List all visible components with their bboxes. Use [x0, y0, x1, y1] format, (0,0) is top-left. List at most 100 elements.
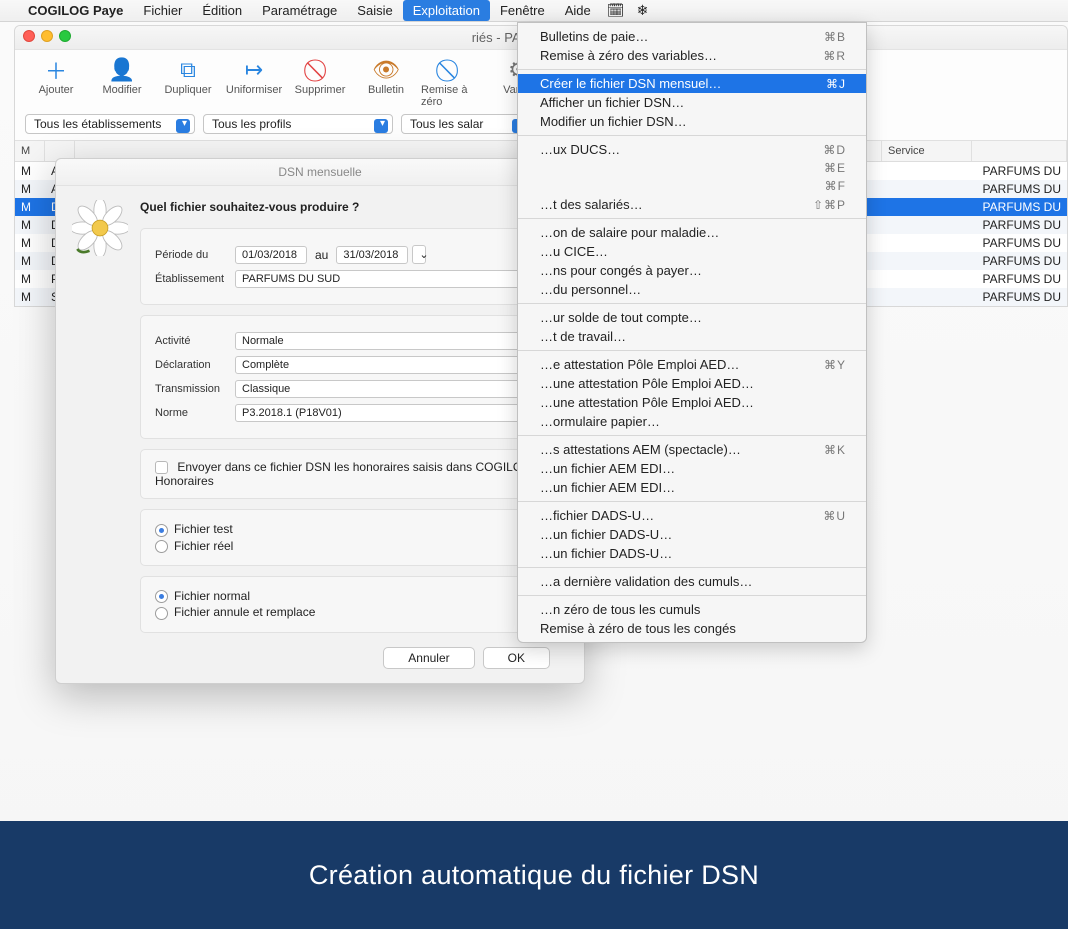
toolbar-label: Ajouter — [39, 84, 74, 96]
menu-fichier[interactable]: Fichier — [133, 0, 192, 21]
menu-item[interactable]: …s attestations AEM (spectacle)…⌘K — [518, 440, 866, 459]
menu-aide[interactable]: Aide — [555, 0, 601, 21]
caption-text: Création automatique du fichier DSN — [309, 860, 759, 891]
input-periode-to[interactable]: 31/03/2018 — [336, 246, 408, 264]
menu-separator — [518, 595, 866, 596]
menu-item[interactable]: …ux DUCS…⌘D — [518, 140, 866, 159]
combo-transmission[interactable]: Classique — [235, 380, 553, 398]
menu-item[interactable]: …a dernière validation des cumuls… — [518, 572, 866, 591]
menu-separator — [518, 303, 866, 304]
filter-profils[interactable]: Tous les profils — [203, 114, 393, 134]
duplicate-icon: ⧉ — [180, 56, 196, 84]
toolbar-remise à zéro[interactable]: ⃠Remise à zéro — [421, 56, 483, 108]
toolbar-supprimer[interactable]: ⃠Supprimer — [289, 56, 351, 108]
dialog-title: DSN mensuelle — [56, 159, 584, 186]
radio-reel[interactable] — [155, 540, 168, 553]
label-periode: Période du — [155, 249, 235, 261]
header-m[interactable]: M — [15, 141, 45, 161]
eye-icon: 👁 — [372, 56, 400, 84]
combo-declaration[interactable]: Complète — [235, 356, 553, 374]
toolbar-label: Uniformiser — [226, 84, 282, 96]
label-activite: Activité — [155, 335, 235, 347]
label-norme: Norme — [155, 407, 235, 419]
filter-etablissements[interactable]: Tous les établissements — [25, 114, 195, 134]
menubar: COGILOG Paye Fichier Édition Paramétrage… — [0, 0, 1068, 22]
menu-item[interactable]: …fichier DADS-U…⌘U — [518, 506, 866, 525]
person-icon: 👤 — [108, 56, 135, 84]
menu-item[interactable]: …une attestation Pôle Emploi AED… — [518, 393, 866, 412]
label-declaration: Déclaration — [155, 359, 235, 371]
radio-normal[interactable] — [155, 590, 168, 603]
menu-item[interactable]: …t des salariés…⇧⌘P — [518, 195, 866, 214]
menu-item[interactable]: …on de salaire pour maladie… — [518, 223, 866, 242]
toolbar-dupliquer[interactable]: ⧉Dupliquer — [157, 56, 219, 108]
toolbar-uniformiser[interactable]: ↦Uniformiser — [223, 56, 285, 108]
menu-item[interactable]: …ns pour congés à payer… — [518, 261, 866, 280]
label-reel: Fichier réel — [174, 539, 233, 553]
periode-dropdown-icon[interactable]: ⌄ — [412, 245, 426, 264]
uniform-icon: ↦ — [245, 56, 263, 84]
exploitation-menu: Bulletins de paie…⌘BRemise à zéro des va… — [517, 22, 867, 643]
radio-annule[interactable] — [155, 607, 168, 620]
menu-parametrage[interactable]: Paramétrage — [252, 0, 347, 21]
label-normal: Fichier normal — [174, 589, 250, 603]
menu-separator — [518, 501, 866, 502]
toolbar-label: Modifier — [102, 84, 141, 96]
menu-separator — [518, 135, 866, 136]
menu-item[interactable]: Créer le fichier DSN mensuel…⌘J — [518, 74, 866, 93]
toolbar-label: Bulletin — [368, 84, 404, 96]
combo-etablissement[interactable]: PARFUMS DU SUD — [235, 270, 553, 288]
menu-item[interactable]: Bulletins de paie…⌘B — [518, 27, 866, 46]
label-annule: Fichier annule et remplace — [174, 605, 315, 619]
snowflake-icon[interactable]: ❄︎ — [631, 0, 655, 22]
menu-separator — [518, 350, 866, 351]
menu-item[interactable]: ⌘F — [518, 177, 866, 195]
dialog-heading: Quel fichier souhaitez-vous produire ? — [140, 200, 568, 214]
menu-item[interactable]: …du personnel… — [518, 280, 866, 299]
menu-separator — [518, 567, 866, 568]
ok-button[interactable]: OK — [483, 647, 550, 669]
plus-icon: ＋ — [45, 56, 67, 84]
menu-item[interactable]: …un fichier AEM EDI… — [518, 459, 866, 478]
menu-item[interactable]: …un fichier AEM EDI… — [518, 478, 866, 497]
menu-item[interactable]: …n zéro de tous les cumuls — [518, 600, 866, 619]
combo-norme[interactable]: P3.2018.1 (P18V01) — [235, 404, 553, 422]
checkbox-honoraires[interactable] — [155, 461, 168, 474]
label-au: au — [315, 248, 328, 262]
menu-exploitation[interactable]: Exploitation — [403, 0, 490, 21]
toolbar-label: Dupliquer — [164, 84, 211, 96]
menu-edition[interactable]: Édition — [192, 0, 252, 21]
menu-item[interactable]: …e attestation Pôle Emploi AED…⌘Y — [518, 355, 866, 374]
toolbar-bulletin[interactable]: 👁Bulletin — [355, 56, 417, 108]
menu-fenetre[interactable]: Fenêtre — [490, 0, 555, 21]
menu-item[interactable]: Remise à zéro de tous les congés — [518, 619, 866, 638]
cancel-button[interactable]: Annuler — [383, 647, 474, 669]
menu-item[interactable]: …un fichier DADS-U… — [518, 544, 866, 563]
menu-item[interactable]: …une attestation Pôle Emploi AED… — [518, 374, 866, 393]
menu-item[interactable]: ⌘E — [518, 159, 866, 177]
menu-item[interactable]: …un fichier DADS-U… — [518, 525, 866, 544]
label-honoraires: Envoyer dans ce fichier DSN les honorair… — [155, 460, 532, 488]
label-test: Fichier test — [174, 522, 233, 536]
menu-separator — [518, 435, 866, 436]
combo-activite[interactable]: Normale — [235, 332, 553, 350]
app-name[interactable]: COGILOG Paye — [18, 0, 133, 21]
filter-salaries[interactable]: Tous les salar — [401, 114, 531, 134]
menu-item[interactable]: Afficher un fichier DSN… — [518, 93, 866, 112]
menu-item[interactable]: …ur solde de tout compte… — [518, 308, 866, 327]
menu-separator — [518, 69, 866, 70]
toolbar-label: Remise à zéro — [421, 84, 483, 108]
menu-item[interactable]: …t de travail… — [518, 327, 866, 346]
menu-item[interactable]: …u CICE… — [518, 242, 866, 261]
menu-item[interactable]: Remise à zéro des variables…⌘R — [518, 46, 866, 65]
toolbar-ajouter[interactable]: ＋Ajouter — [25, 56, 87, 108]
menu-saisie[interactable]: Saisie — [347, 0, 402, 21]
radio-test[interactable] — [155, 524, 168, 537]
input-periode-from[interactable]: 01/03/2018 — [235, 246, 307, 264]
menu-item[interactable]: …ormulaire papier… — [518, 412, 866, 431]
caption-banner: Création automatique du fichier DSN — [0, 821, 1068, 929]
toolbar-modifier[interactable]: 👤Modifier — [91, 56, 153, 108]
header-service[interactable]: Service — [882, 141, 972, 161]
menu-item[interactable]: Modifier un fichier DSN… — [518, 112, 866, 131]
calendar-icon[interactable]: 🗓 — [601, 0, 631, 22]
